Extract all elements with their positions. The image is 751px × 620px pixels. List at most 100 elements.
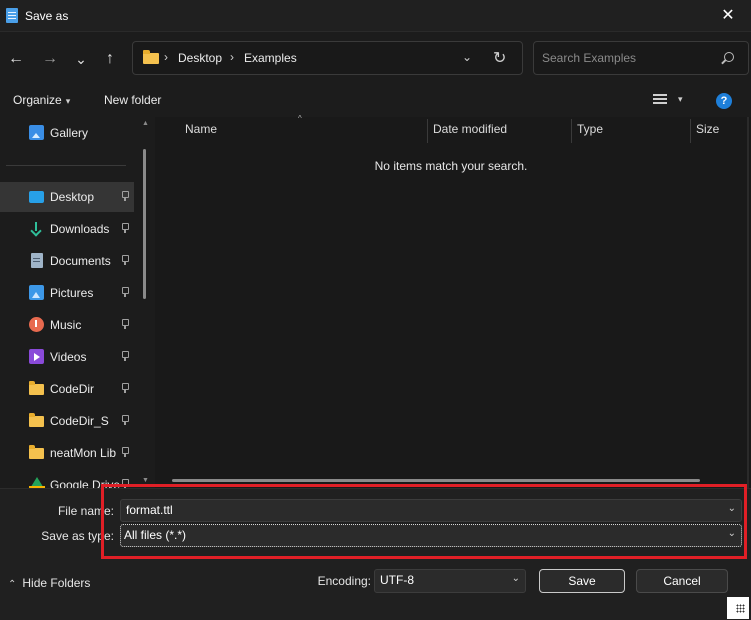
view-options-caret-icon[interactable]: ▾	[678, 94, 683, 105]
file-list[interactable]: ^ Name Date modified Type Size No items …	[155, 114, 751, 488]
scroll-up-icon[interactable]: ▲	[142, 120, 149, 127]
sidebar-item-downloads[interactable]: Downloads	[0, 214, 134, 244]
recent-locations-button[interactable]: ⌄	[69, 47, 93, 71]
cancel-button[interactable]: Cancel	[636, 569, 728, 593]
window-title: Save as	[25, 9, 69, 23]
breadcrumb-separator: ›	[230, 50, 234, 64]
forward-button[interactable]: →	[38, 47, 62, 71]
encoding-select[interactable]: UTF-8 ⌄	[374, 569, 526, 593]
save-as-type-value: All files (*.*)	[124, 528, 187, 542]
file-name-value: format.ttl	[126, 503, 173, 517]
encoding-label: Encoding:	[317, 574, 371, 588]
title-bar: Save as ✕	[0, 0, 751, 32]
sidebar-item-label: CodeDir	[50, 382, 95, 396]
pin-icon	[120, 255, 129, 265]
folder-icon	[29, 445, 44, 459]
view-options-icon[interactable]	[653, 94, 667, 107]
column-header-size[interactable]: Size	[696, 122, 719, 136]
column-header-type[interactable]: Type	[577, 122, 603, 136]
pictures-icon	[29, 285, 44, 300]
pin-icon	[120, 479, 129, 488]
column-header-name[interactable]: Name	[185, 122, 217, 136]
content-edge	[747, 117, 749, 488]
music-icon	[29, 317, 44, 332]
back-button[interactable]: ←	[4, 47, 28, 71]
sidebar-item-videos[interactable]: Videos	[0, 342, 134, 372]
sidebar-item-gallery[interactable]: Gallery	[0, 118, 134, 148]
sidebar-item-neatmon-lib[interactable]: neatMon Lib	[0, 438, 134, 468]
videos-icon	[29, 349, 44, 364]
sidebar-item-codedir[interactable]: CodeDir	[0, 374, 134, 404]
sidebar-scrollbar[interactable]: ▲ ▼	[141, 117, 155, 488]
sidebar-item-label: Documents	[50, 254, 111, 268]
sidebar-item-label: Downloads	[50, 222, 110, 236]
navigation-pane: Gallery Desktop Downloads Documents Pict…	[0, 117, 155, 488]
navigation-bar: ← → ⌄ ↑ › Desktop › Examples ⌄ ↻	[0, 33, 751, 85]
gallery-icon	[29, 125, 44, 140]
sidebar-item-google-drive[interactable]: Google Drive	[0, 470, 134, 488]
sort-ascending-icon: ^	[298, 114, 302, 123]
organize-label: Organize	[13, 93, 62, 107]
breadcrumb-examples[interactable]: Examples	[244, 51, 297, 65]
search-icon[interactable]	[724, 52, 734, 62]
sidebar-item-music[interactable]: Music	[0, 310, 134, 340]
resize-grip-icon[interactable]	[727, 597, 749, 619]
column-divider[interactable]	[571, 119, 572, 143]
command-bar: Organize ▾ New folder ▾	[0, 85, 751, 117]
sidebar-item-documents[interactable]: Documents	[0, 246, 134, 276]
caret-down-icon: ▾	[65, 96, 71, 106]
file-name-input[interactable]: format.ttl ⌄	[120, 499, 742, 522]
sidebar-item-pictures[interactable]: Pictures	[0, 278, 134, 308]
search-input[interactable]	[542, 50, 712, 66]
save-as-type-label: Save as type:	[41, 529, 114, 543]
folder-icon	[29, 381, 44, 395]
column-divider[interactable]	[690, 119, 691, 143]
sidebar-divider	[6, 165, 126, 166]
pin-icon	[120, 351, 129, 361]
pin-icon	[120, 383, 129, 393]
address-dropdown-button[interactable]: ⌄	[462, 50, 472, 64]
pin-icon	[120, 223, 129, 233]
help-icon[interactable]: ?	[716, 93, 732, 109]
address-bar[interactable]: › Desktop › Examples ⌄ ↻	[132, 41, 523, 75]
breadcrumb-desktop[interactable]: Desktop	[178, 51, 222, 65]
close-button[interactable]: ✕	[705, 0, 751, 32]
sidebar-item-label: Pictures	[50, 286, 94, 300]
chevron-down-icon[interactable]: ⌄	[728, 528, 736, 539]
refresh-button[interactable]: ↻	[493, 48, 506, 68]
sidebar-item-label: CodeDir_S	[50, 414, 109, 428]
sidebar-item-desktop[interactable]: Desktop	[0, 182, 134, 212]
save-as-type-select[interactable]: All files (*.*) ⌄	[120, 524, 742, 547]
column-divider[interactable]	[427, 119, 428, 143]
column-header-date-modified[interactable]: Date modified	[433, 122, 507, 136]
sidebar-scroll-thumb[interactable]	[143, 149, 146, 299]
sidebar-item-label: Videos	[50, 350, 87, 364]
chevron-up-icon: ⌃	[8, 579, 17, 590]
hide-folders-button[interactable]: ⌃ Hide Folders	[8, 576, 90, 590]
organize-button[interactable]: Organize ▾	[13, 93, 70, 107]
file-name-label: File name:	[57, 504, 114, 518]
pin-icon	[120, 287, 129, 297]
sidebar-item-label: Desktop	[50, 190, 95, 204]
horizontal-scrollbar[interactable]	[172, 479, 700, 482]
folder-icon	[29, 413, 44, 427]
scroll-down-icon[interactable]: ▼	[142, 477, 149, 484]
chevron-down-icon[interactable]: ⌄	[728, 503, 736, 514]
breadcrumb-separator: ›	[164, 50, 168, 64]
chevron-down-icon[interactable]: ⌄	[512, 573, 520, 584]
encoding-value: UTF-8	[380, 573, 414, 587]
downloads-icon	[29, 221, 44, 236]
google-drive-icon	[29, 477, 45, 488]
pin-icon	[120, 319, 129, 329]
search-box[interactable]	[533, 41, 749, 75]
pin-icon	[120, 415, 129, 425]
sidebar-item-codedir-s[interactable]: CodeDir_S	[0, 406, 134, 436]
sidebar-item-label: Gallery	[50, 126, 89, 140]
hide-folders-label: Hide Folders	[22, 576, 91, 590]
folder-icon	[143, 50, 159, 64]
new-folder-button[interactable]: New folder	[104, 93, 161, 107]
up-button[interactable]: ↑	[98, 47, 122, 71]
sidebar-item-label: Google Drive	[50, 478, 121, 488]
empty-message: No items match your search.	[374, 159, 528, 173]
save-button[interactable]: Save	[539, 569, 625, 593]
